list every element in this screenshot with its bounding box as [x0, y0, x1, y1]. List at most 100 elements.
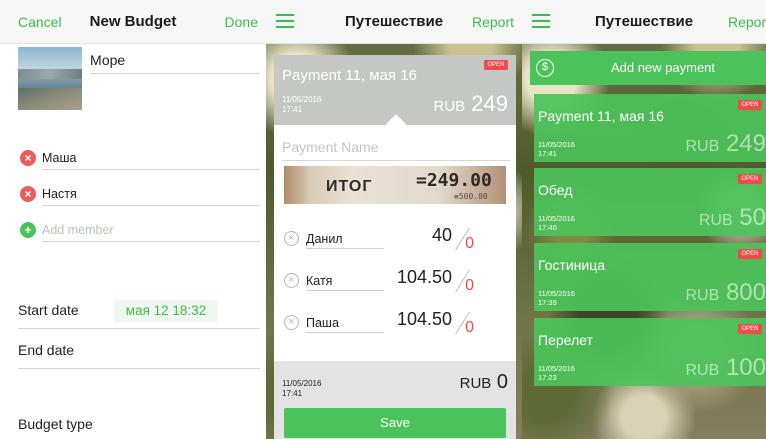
receipt-photo[interactable]: ИТОГ =249.00 ≡500.00: [284, 166, 506, 204]
payment-time: 17:40: [538, 223, 557, 232]
footer-datetime: 11/05/2016 17:41: [282, 379, 321, 399]
dollar-icon: $: [536, 59, 554, 77]
status-badge: OPEN: [738, 174, 762, 184]
footer-date: 11/05/2016: [282, 379, 322, 388]
payment-currency: RUB: [433, 98, 466, 115]
participant-name: Паша: [306, 313, 384, 333]
done-button[interactable]: Done: [225, 0, 258, 44]
participant-paid[interactable]: 0: [465, 235, 474, 253]
start-date-value[interactable]: мая 12 18:32: [114, 300, 218, 322]
payment-amount-value: 50: [739, 204, 766, 231]
payment-amount-value: 249: [471, 91, 508, 116]
payment-amount: RUB 800: [686, 279, 766, 307]
payment-datetime: 11/05/2016 17:23: [538, 364, 575, 382]
participant-amount[interactable]: 104.50: [397, 309, 452, 330]
add-payment-label: Add new payment: [610, 60, 716, 75]
payment-date: 11/05/2016: [538, 289, 575, 298]
payment-amount-value: 249: [725, 130, 766, 157]
payment-currency: RUB: [685, 362, 720, 379]
payment-card[interactable]: Перелет OPEN 11/05/2016 17:23 RUB 100: [534, 318, 766, 386]
report-button[interactable]: Report: [472, 0, 514, 44]
status-badge: OPEN: [738, 100, 762, 110]
budget-name-input[interactable]: Море: [90, 52, 260, 74]
payment-title: Обед: [538, 182, 573, 198]
payment-date: 11/05/2016: [538, 140, 575, 149]
payment-amount-value: 100: [725, 354, 766, 381]
participant-amount[interactable]: 40: [432, 225, 452, 246]
payment-date: 11/05/2016: [282, 95, 322, 104]
divider: [18, 328, 260, 329]
payment-time: 17:41: [538, 149, 557, 158]
participant-row: × Данил 40 0: [282, 225, 510, 255]
remove-participant-icon[interactable]: ×: [284, 273, 299, 288]
participant-paid[interactable]: 0: [465, 319, 474, 337]
new-budget-screen: Cancel New Budget Done Море × Маша × Нас…: [0, 0, 266, 439]
payment-amount: RUB 50: [699, 204, 766, 232]
add-payment-button[interactable]: $ Add new payment: [530, 51, 766, 85]
receipt-total-label: ИТОГ: [326, 178, 373, 195]
payment-card: Payment 11, мая 16 OPEN 11/05/2016 17:41 …: [274, 55, 516, 439]
payment-datetime: 11/05/2016 17:39: [538, 289, 575, 307]
divider: [18, 368, 260, 369]
receipt-cash-value: ≡500.00: [454, 192, 488, 201]
footer-time: 17:41: [282, 389, 303, 398]
status-badge: OPEN: [484, 60, 508, 70]
payment-date: 11/05/2016: [538, 214, 575, 223]
budget-type-label[interactable]: Budget type: [18, 416, 93, 432]
payment-datetime: 11/05/2016 17:40: [538, 214, 575, 232]
remove-member-icon[interactable]: ×: [20, 186, 36, 202]
payment-title: Перелет: [538, 332, 593, 348]
payment-time: 17:41: [282, 105, 303, 114]
payment-time: 17:39: [538, 298, 557, 307]
add-member-input[interactable]: Add member: [42, 218, 260, 242]
payment-currency: RUB: [685, 287, 720, 304]
payment-amount-value: 800: [725, 279, 766, 306]
photo-shore: [18, 88, 82, 110]
nav-bar: Путешествие Report: [266, 0, 522, 44]
payment-currency: RUB: [685, 138, 720, 155]
footer-amount-value: 0: [496, 371, 508, 393]
participant-paid[interactable]: 0: [465, 277, 474, 295]
payment-detail-screen: Путешествие Report Payment 11, мая 16 OP…: [266, 0, 522, 439]
participant-row: × Катя 104.50 0: [282, 267, 510, 297]
payment-card[interactable]: Гостиница OPEN 11/05/2016 17:39 RUB 800: [534, 243, 766, 311]
remove-participant-icon[interactable]: ×: [284, 315, 299, 330]
end-date-label[interactable]: End date: [18, 342, 74, 358]
participant-name: Данил: [306, 229, 384, 249]
payment-time: 17:23: [538, 373, 557, 382]
status-badge: OPEN: [738, 249, 762, 259]
payment-currency: RUB: [698, 212, 733, 229]
receipt-total-value: =249.00: [416, 170, 492, 191]
budget-photo[interactable]: [18, 47, 82, 110]
add-member-row: + Add member: [18, 218, 260, 244]
payment-datetime: 11/05/2016 17:41: [538, 140, 575, 158]
save-button[interactable]: Save: [284, 408, 506, 438]
remove-participant-icon[interactable]: ×: [284, 231, 299, 246]
member-row: × Настя: [18, 182, 260, 208]
member-name[interactable]: Маша: [42, 146, 260, 170]
payment-list-screen: Путешествие Report $ Add new payment Pay…: [522, 0, 766, 439]
payment-datetime: 11/05/2016 17:41: [282, 95, 321, 115]
payment-amount: RUB 249: [686, 130, 766, 158]
payment-amount: RUB 100: [686, 354, 766, 382]
payment-title: Payment 11, мая 16: [282, 67, 417, 84]
payment-amount: RUB 249: [433, 91, 508, 117]
participant-amount[interactable]: 104.50: [397, 267, 452, 288]
payment-card[interactable]: Обед OPEN 11/05/2016 17:40 RUB 50: [534, 168, 766, 236]
remove-member-icon[interactable]: ×: [20, 150, 36, 166]
payment-name-input[interactable]: Payment Name: [282, 139, 510, 161]
add-member-icon[interactable]: +: [20, 222, 36, 238]
report-button[interactable]: Report: [728, 0, 766, 44]
status-badge: OPEN: [738, 324, 762, 334]
participant-row: × Паша 104.50 0: [282, 309, 510, 339]
member-name[interactable]: Настя: [42, 182, 260, 206]
nav-bar: Путешествие Report: [522, 0, 766, 44]
participant-name: Катя: [306, 271, 384, 291]
footer-currency: RUB: [459, 375, 492, 392]
footer-amount: RUB 0: [460, 371, 508, 394]
nav-bar: Cancel New Budget Done: [0, 0, 266, 44]
start-date-label: Start date: [18, 302, 79, 318]
payment-card[interactable]: Payment 11, мая 16 OPEN 11/05/2016 17:41 …: [534, 94, 766, 162]
payment-title: Гостиница: [538, 257, 606, 273]
member-row: × Маша: [18, 146, 260, 172]
